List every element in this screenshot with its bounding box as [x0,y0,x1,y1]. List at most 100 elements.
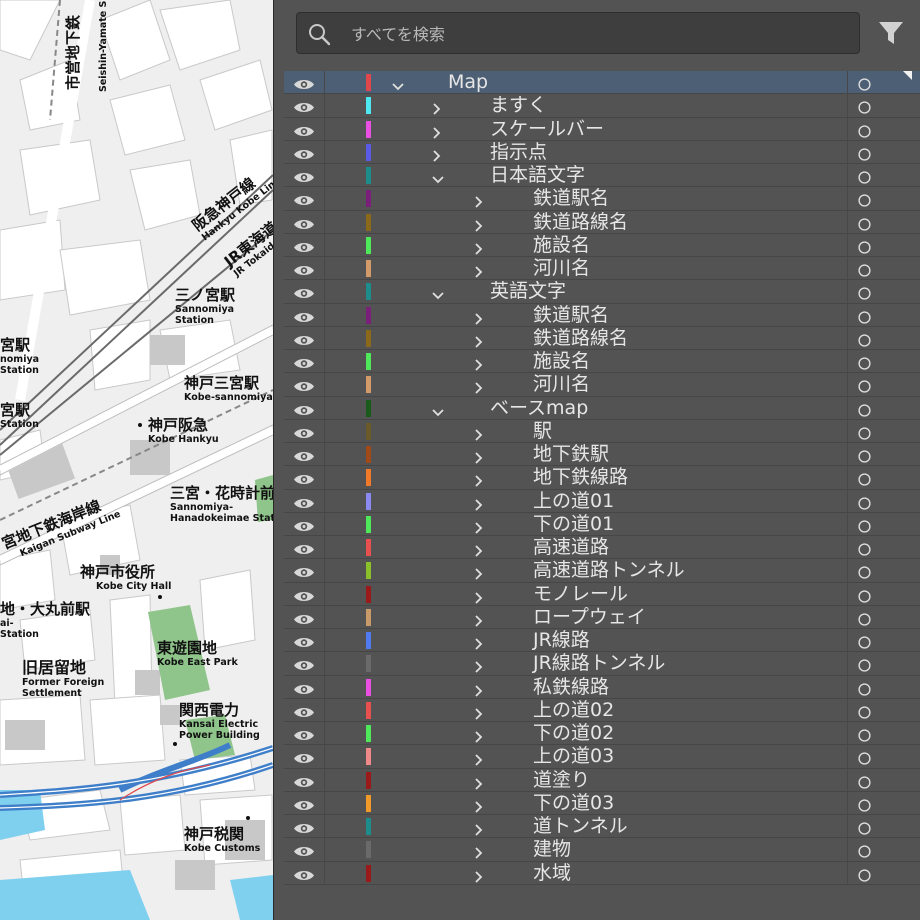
target-circle-icon[interactable] [858,99,871,114]
layer-row[interactable]: 英語文字 [284,280,920,304]
target-circle-icon[interactable] [858,518,871,533]
chevron-right-icon[interactable] [474,751,484,766]
chevron-right-icon[interactable] [474,426,484,441]
layer-row[interactable]: 駅 [284,419,920,443]
target-circle-icon[interactable] [858,564,871,579]
target-circle-icon[interactable] [858,309,871,324]
chevron-right-icon[interactable] [474,612,484,627]
eye-visibility-icon[interactable] [293,541,315,554]
chevron-right-icon[interactable] [474,565,484,580]
target-circle-icon[interactable] [858,239,871,254]
map-canvas[interactable]: 市営地下鉄 Seishin-Yamate Sub 阪急神戸線 Hankyu Ko… [0,0,273,920]
chevron-right-icon[interactable] [432,100,442,115]
chevron-right-icon[interactable] [474,798,484,813]
layer-row[interactable]: ベースmap [284,396,920,420]
chevron-down-icon[interactable] [432,403,444,416]
eye-visibility-icon[interactable] [293,378,315,392]
layer-row[interactable]: 鉄道路線名 [284,326,920,350]
chevron-down-icon[interactable] [432,170,444,184]
layer-row[interactable]: ますく [284,94,920,118]
layer-row[interactable]: 河川名 [284,257,920,281]
eye-visibility-icon[interactable] [293,262,315,275]
target-circle-icon[interactable] [858,681,871,696]
layer-row[interactable]: 地下鉄駅 [284,443,920,467]
chevron-right-icon[interactable] [474,868,484,883]
eye-visibility-icon[interactable] [293,634,315,647]
target-circle-icon[interactable] [858,425,871,440]
chevron-right-icon[interactable] [474,217,484,232]
layer-row[interactable]: 道塗り [284,768,920,792]
eye-visibility-icon[interactable] [293,727,315,740]
eye-visibility-icon[interactable] [293,495,315,508]
target-circle-icon[interactable] [858,611,871,626]
chevron-right-icon[interactable] [474,496,484,511]
target-circle-icon[interactable] [858,285,871,300]
layer-row[interactable]: 私鉄線路 [284,675,920,699]
eye-visibility-icon[interactable] [293,123,315,136]
target-circle-icon[interactable] [858,123,871,138]
chevron-right-icon[interactable] [474,775,484,790]
target-circle-icon[interactable] [858,192,871,207]
layer-row[interactable]: 下の道02 [284,722,920,746]
target-circle-icon[interactable] [858,262,871,277]
eye-visibility-icon[interactable] [293,332,315,345]
target-circle-icon[interactable] [858,867,871,882]
eye-visibility-icon[interactable] [293,657,315,671]
chevron-right-icon[interactable] [474,449,484,464]
chevron-right-icon[interactable] [474,263,484,278]
chevron-right-icon[interactable] [474,310,484,325]
eye-visibility-icon[interactable] [293,867,315,880]
layer-row[interactable]: Map [284,71,920,95]
eye-visibility-icon[interactable] [293,564,315,578]
chevron-right-icon[interactable] [474,658,484,673]
layer-row[interactable]: 下の道01 [284,512,920,536]
layer-row[interactable]: スケールバー [284,117,920,141]
chevron-right-icon[interactable] [474,635,484,650]
layer-row[interactable]: 鉄道駅名 [284,187,920,211]
layer-row[interactable]: 上の道01 [284,489,920,513]
layer-row[interactable]: 河川名 [284,373,920,397]
layer-row[interactable]: 上の道03 [284,745,920,769]
eye-visibility-icon[interactable] [293,402,315,415]
layer-row[interactable]: 指示点 [284,140,920,164]
eye-visibility-icon[interactable] [293,820,315,833]
layer-row[interactable]: 高速道路トンネル [284,559,920,583]
layer-row[interactable]: 高速道路 [284,536,920,560]
layer-row[interactable]: 上の道02 [284,698,920,722]
eye-visibility-icon[interactable] [293,425,315,438]
target-circle-icon[interactable] [858,76,871,91]
layer-row[interactable]: JR線路 [284,629,920,653]
layer-row[interactable]: 鉄道路線名 [284,210,920,234]
target-circle-icon[interactable] [858,471,871,486]
chevron-right-icon[interactable] [432,124,442,139]
chevron-right-icon[interactable] [474,705,484,720]
search-input[interactable] [349,20,833,48]
target-circle-icon[interactable] [858,448,871,463]
target-circle-icon[interactable] [858,216,871,231]
chevron-right-icon[interactable] [474,589,484,604]
eye-visibility-icon[interactable] [293,355,315,368]
eye-visibility-icon[interactable] [293,588,315,601]
eye-visibility-icon[interactable] [293,309,315,322]
target-circle-icon[interactable] [858,634,871,649]
eye-visibility-icon[interactable] [293,681,315,694]
chevron-right-icon[interactable] [432,147,442,162]
target-circle-icon[interactable] [858,495,871,510]
target-circle-icon[interactable] [858,146,871,161]
layer-row[interactable]: 日本語文字 [284,164,920,188]
layer-row[interactable]: 鉄道駅名 [284,303,920,327]
eye-visibility-icon[interactable] [293,704,315,717]
chevron-down-icon[interactable] [432,286,444,300]
eye-visibility-icon[interactable] [293,750,315,764]
target-circle-icon[interactable] [858,750,871,765]
target-circle-icon[interactable] [858,541,871,556]
chevron-right-icon[interactable] [474,240,484,255]
target-circle-icon[interactable] [858,588,871,603]
eye-visibility-icon[interactable] [293,239,315,252]
layer-row[interactable]: JR線路トンネル [284,652,920,676]
layer-row[interactable]: モノレール [284,582,920,606]
chevron-right-icon[interactable] [474,542,484,557]
target-circle-icon[interactable] [858,820,871,835]
eye-visibility-icon[interactable] [293,448,315,461]
chevron-down-icon[interactable] [392,77,404,91]
